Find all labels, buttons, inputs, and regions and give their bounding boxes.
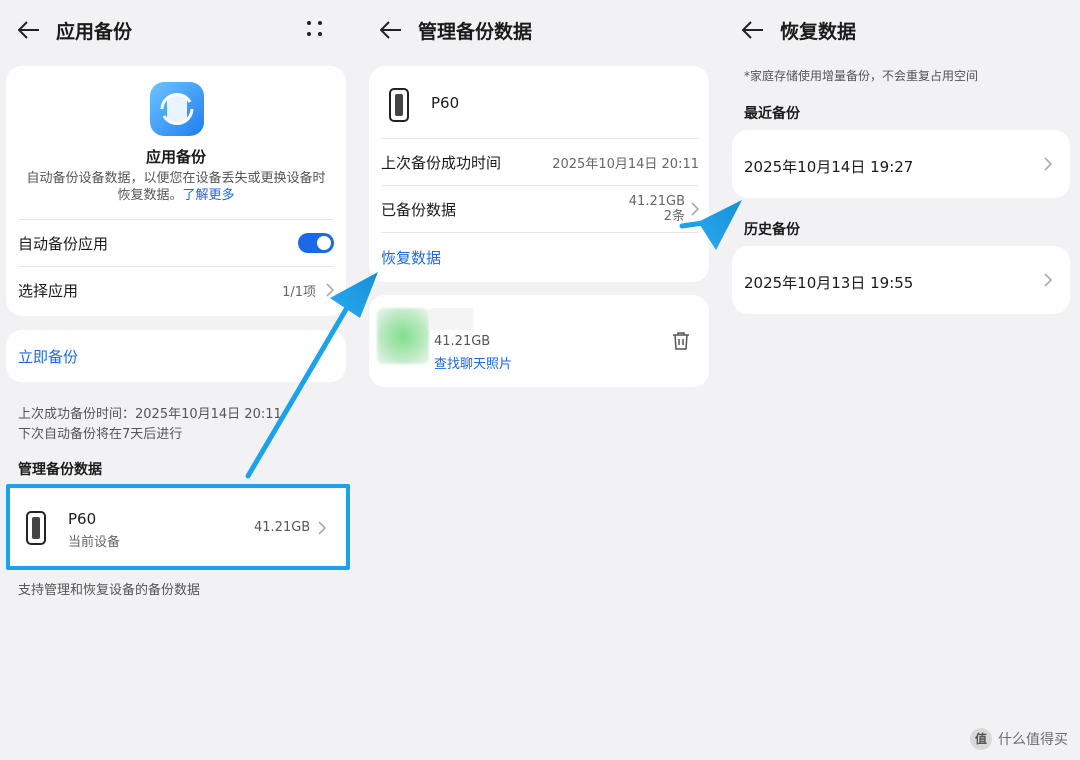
manage-section-title: 管理备份数据 <box>18 462 102 478</box>
footer-note: 支持管理和恢复设备的备份数据 <box>18 583 201 598</box>
incremental-note: *家庭存储使用增量备份，不会重复占用空间 <box>744 69 979 83</box>
recent-backup-date: 2025年10月14日 19:27 <box>744 158 914 176</box>
page-title: 管理备份数据 <box>418 20 533 43</box>
header: 应用备份 <box>14 12 338 48</box>
device-name: P60 <box>431 94 460 112</box>
last-backup-time: 上次成功备份时间：2025年10月14日 20:11 <box>18 407 282 422</box>
backed-data-row[interactable]: 已备份数据 41.21GB 2条 <box>381 193 699 225</box>
phone-icon <box>389 88 409 122</box>
restore-data-panel: 恢复数据 *家庭存储使用增量备份，不会重复占用空间 最近备份 2025年10月1… <box>724 0 1080 760</box>
auto-backup-toggle[interactable] <box>298 233 334 253</box>
blurred-app-icon <box>377 308 429 364</box>
app-backup-icon <box>150 82 204 136</box>
find-chat-photos-link[interactable]: 查找聊天照片 <box>434 353 512 372</box>
page-title: 恢复数据 <box>780 20 857 43</box>
next-backup-note: 下次自动备份将在7天后进行 <box>18 427 183 442</box>
restore-data-link[interactable]: 恢复数据 <box>381 247 441 268</box>
select-apps-row[interactable]: 选择应用 1/1项 <box>18 277 334 303</box>
auto-backup-label: 自动备份应用 <box>18 234 109 253</box>
back-button[interactable] <box>376 15 406 45</box>
watermark: 值 什么值得买 <box>970 728 1068 750</box>
manage-backup-panel: 管理备份数据 P60 上次备份成功时间 2025年10月14日 20:11 已备… <box>362 0 718 760</box>
chevron-right-icon <box>1044 157 1052 171</box>
page-title: 应用备份 <box>56 20 133 43</box>
more-options-icon[interactable] <box>304 18 328 42</box>
back-arrow-icon <box>742 21 763 39</box>
chevron-right-icon <box>1044 273 1052 287</box>
backed-size: 41.21GB <box>628 194 685 209</box>
history-section-title: 历史备份 <box>744 222 800 238</box>
highlight-box <box>6 484 350 570</box>
last-time-label: 上次备份成功时间 <box>381 153 502 172</box>
backed-count: 2条 <box>663 209 685 224</box>
backup-now-button[interactable]: 立即备份 <box>18 346 78 367</box>
app-backup-size: 41.21GB <box>434 334 491 349</box>
last-backup-row: 上次备份成功时间 2025年10月14日 20:11 <box>381 150 699 174</box>
watermark-text: 什么值得买 <box>998 732 1068 748</box>
app-title: 应用备份 <box>145 148 206 166</box>
app-description: 自动备份设备数据，以便您在设备丢失或更换设备时 恢复数据。了解更多 <box>26 171 326 203</box>
backed-data-label: 已备份数据 <box>381 200 457 219</box>
auto-backup-row: 自动备份应用 <box>18 230 334 256</box>
back-arrow-icon <box>18 21 39 39</box>
learn-more-link[interactable]: 了解更多 <box>183 188 235 203</box>
select-apps-value: 1/1项 <box>282 284 316 300</box>
header: 管理备份数据 <box>376 12 704 48</box>
history-backup-date: 2025年10月13日 19:55 <box>744 274 914 292</box>
back-button[interactable] <box>738 15 768 45</box>
watermark-logo-icon: 值 <box>970 728 992 750</box>
chevron-right-icon <box>691 202 699 216</box>
select-apps-label: 选择应用 <box>18 281 79 300</box>
trash-icon[interactable] <box>671 331 691 351</box>
back-arrow-icon <box>380 21 401 39</box>
app-backup-panel: 应用备份 应用备份 自动备份设备数据，以便您在设备丢失或更换设备时 恢复数据。了… <box>0 0 352 760</box>
recent-section-title: 最近备份 <box>744 106 800 122</box>
last-time-value: 2025年10月14日 20:11 <box>552 156 699 172</box>
chevron-right-icon <box>326 283 334 297</box>
back-button[interactable] <box>14 15 44 45</box>
header: 恢复数据 <box>738 12 1066 48</box>
blurred-app-name <box>429 308 473 330</box>
